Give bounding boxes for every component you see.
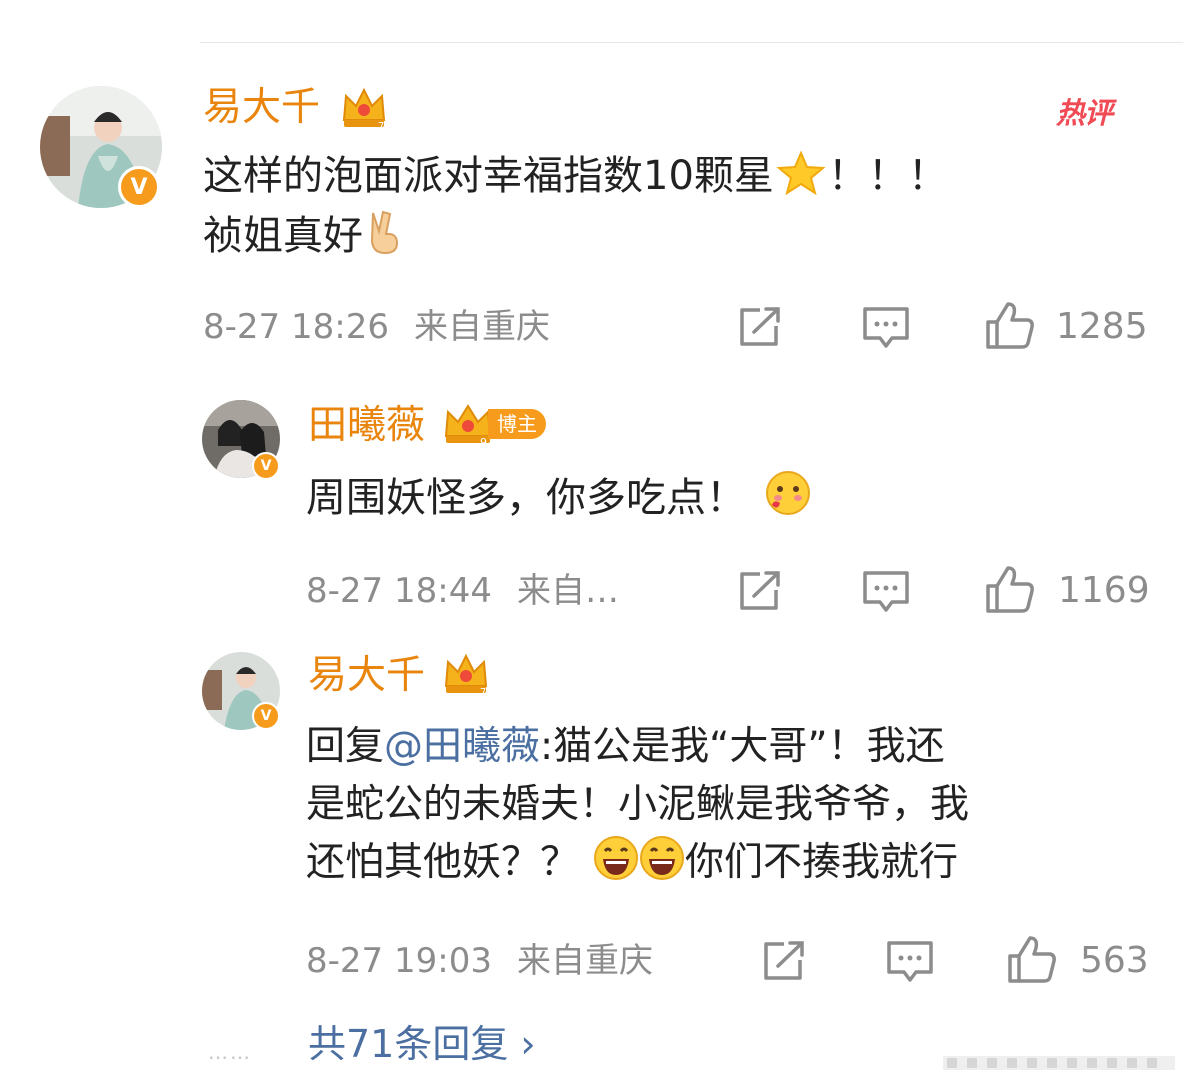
verified-badge-icon: V <box>252 452 280 480</box>
comment-time: 8-27 18:26 <box>203 307 389 347</box>
more-replies-link[interactable]: 共71条回复 › <box>308 1025 536 1063</box>
watermark-bars <box>943 1056 1175 1070</box>
crown-icon: 7 <box>444 653 488 696</box>
reply-like-count: 563 <box>1080 940 1149 981</box>
comment-location: 来自重庆 <box>414 307 550 347</box>
comment-author[interactable]: 易大千 <box>203 88 320 127</box>
like-icon[interactable] <box>984 300 1036 350</box>
comment-text: 这样的泡面派对幸福指数10颗星 ！！！ 祯姐真好 <box>203 146 948 266</box>
reply-time: 8-27 18:44 <box>306 571 492 611</box>
crown-icon: 7 <box>342 87 386 130</box>
reply-author[interactable]: 易大千 <box>308 656 425 695</box>
like-icon[interactable] <box>1006 934 1058 984</box>
comment-text-line1-tail: ！！！ <box>827 153 948 199</box>
share-icon[interactable] <box>762 940 808 982</box>
blush-emoji-icon <box>766 471 810 515</box>
reply-prefix: 回复 <box>306 724 385 769</box>
blogger-badge: 博主 <box>488 409 546 439</box>
mention-link[interactable]: @田曦薇 <box>384 724 540 769</box>
like-icon[interactable] <box>984 564 1036 614</box>
reply-location: 来自重庆 <box>517 941 653 981</box>
star-emoji-icon <box>776 151 826 195</box>
svg-text:7: 7 <box>480 687 486 696</box>
comment-text-line2: 祯姐真好 <box>203 213 363 259</box>
reply-text: 周围妖怪多，你多吃点！ <box>306 468 812 528</box>
share-icon[interactable] <box>738 306 784 348</box>
reply-text: 回复@田曦薇:猫公是我“大哥”！我还 是蛇公的未婚夫！小泥鳅是我爷爷，我 还怕其… <box>306 718 969 892</box>
comment-text-line1: 这样的泡面派对幸福指数10颗星 <box>203 153 774 199</box>
reply-text-line2: 是蛇公的未婚夫！小泥鳅是我爷爷，我 <box>306 782 970 827</box>
reply-text-line3-tail: 你们不揍我就行 <box>685 840 959 885</box>
comment-icon[interactable] <box>862 306 910 350</box>
verified-badge-icon: V <box>118 166 160 208</box>
verified-badge-icon: V <box>252 702 280 730</box>
comment-icon[interactable] <box>862 570 910 614</box>
svg-text:9: 9 <box>480 436 487 446</box>
hot-comment-label: 热评 <box>1056 96 1113 130</box>
svg-text:7: 7 <box>378 121 384 130</box>
reply-location: 来自… <box>517 571 619 611</box>
dots-divider: …… <box>208 1040 252 1064</box>
laugh-emoji-icon <box>640 836 685 880</box>
reply-author[interactable]: 田曦薇 <box>308 406 425 445</box>
victory-hand-icon <box>370 210 399 255</box>
laugh-emoji-icon <box>594 836 639 880</box>
share-icon[interactable] <box>738 570 784 612</box>
reply-text-line1: :猫公是我“大哥”！我还 <box>540 724 945 769</box>
comment-like-count: 1285 <box>1056 306 1148 347</box>
crown-icon: 9 <box>444 404 492 446</box>
top-divider <box>200 42 1183 43</box>
reply-like-count: 1169 <box>1058 570 1150 611</box>
comment-icon[interactable] <box>886 940 934 984</box>
reply-text-line3: 还怕其他妖？？ <box>306 840 580 885</box>
reply-time: 8-27 19:03 <box>306 941 492 981</box>
reply-text-content: 周围妖怪多，你多吃点！ <box>306 475 746 521</box>
